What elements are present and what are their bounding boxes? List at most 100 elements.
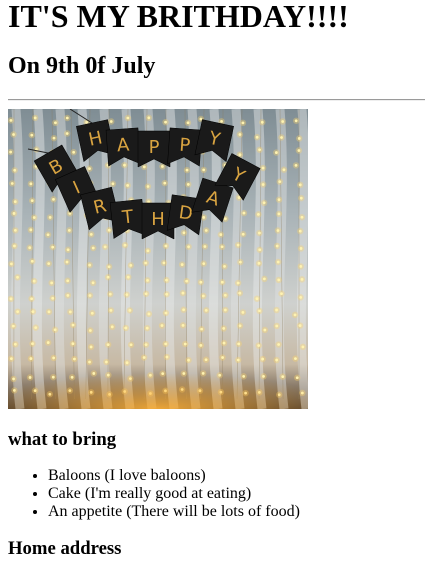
list-item: An appetite (There will be lots of food)	[48, 503, 425, 521]
list-item: Cake (I'm really good at eating)	[48, 485, 425, 503]
light-bulb	[297, 137, 301, 140]
light-bulb	[124, 326, 128, 330]
light-bulb	[222, 327, 226, 330]
light-bulb	[300, 215, 304, 219]
light-bulb	[47, 310, 51, 314]
divider	[8, 99, 425, 101]
light-bulb	[12, 212, 16, 215]
light-bulb	[106, 343, 110, 346]
light-bulb	[238, 291, 242, 295]
light-bulb	[107, 265, 111, 269]
light-bulb	[72, 150, 76, 154]
light-bulb	[9, 297, 13, 301]
light-bulb	[109, 120, 113, 123]
light-bulb	[110, 325, 114, 329]
light-bulb	[85, 120, 89, 124]
light-bulb	[34, 326, 38, 330]
light-bulb	[258, 248, 262, 252]
light-bulb	[299, 265, 303, 268]
light-bulb	[257, 231, 261, 235]
light-bulb	[238, 324, 242, 328]
light-bulb	[262, 201, 266, 205]
page-content: IT'S MY BRITHDAY!!!! On 9th 0f July H A …	[0, 0, 433, 560]
light-bulb	[280, 136, 283, 139]
light-bulb	[13, 244, 16, 248]
light-bulb	[238, 260, 242, 264]
light-bulb	[241, 310, 245, 314]
light-bulb	[91, 246, 95, 250]
light-bulb	[146, 249, 150, 253]
light-bulb	[54, 121, 57, 125]
light-bulb	[16, 310, 20, 314]
light-bulb	[91, 281, 95, 285]
light-bulb	[146, 278, 149, 282]
light-bulb	[281, 120, 285, 123]
light-bulb	[236, 243, 240, 247]
bring-heading: what to bring	[8, 429, 117, 450]
light-bulb	[65, 132, 69, 135]
light-bulb	[165, 278, 168, 282]
light-bulb	[52, 197, 55, 201]
light-bulb	[294, 163, 298, 167]
light-bulb	[222, 341, 226, 345]
light-bulb	[203, 245, 207, 248]
light-bulb	[146, 185, 150, 188]
light-bulb	[144, 343, 148, 347]
light-bulb	[255, 135, 259, 139]
light-bulb	[257, 344, 261, 347]
light-bulb	[164, 120, 167, 124]
light-bulb	[202, 262, 206, 265]
light-bulb	[238, 133, 242, 136]
light-bulb	[32, 279, 36, 283]
light-bulb	[164, 244, 168, 248]
light-bulb	[257, 212, 260, 216]
light-bulb	[66, 294, 70, 297]
light-bulb	[299, 295, 303, 299]
light-bulb	[51, 296, 55, 300]
light-bulb	[9, 150, 13, 154]
light-bulb	[277, 343, 281, 346]
light-bulb	[125, 293, 129, 297]
light-bulb	[238, 153, 242, 157]
light-bulb	[16, 275, 19, 279]
light-bulb	[30, 199, 34, 203]
light-bulb	[237, 342, 241, 346]
light-bulb	[71, 342, 75, 346]
flag-letter: P	[149, 137, 160, 158]
light-bulb	[298, 183, 302, 187]
light-bulb	[223, 308, 227, 312]
light-bulb	[144, 292, 148, 296]
light-bulb	[52, 136, 56, 140]
light-bulb	[201, 294, 205, 298]
address-heading: Home address	[8, 538, 122, 559]
light-bulb	[223, 293, 227, 297]
light-bulb	[66, 248, 70, 252]
light-bulb	[220, 245, 224, 249]
light-bulb	[65, 260, 69, 264]
light-bulb	[255, 297, 259, 301]
light-bulb	[260, 120, 264, 124]
light-bulb	[163, 181, 167, 185]
light-bulb	[261, 183, 265, 186]
light-bulb	[50, 281, 54, 285]
light-bulb	[223, 217, 227, 221]
light-bulb	[30, 297, 33, 301]
light-bulb	[199, 343, 203, 347]
light-bulb	[294, 119, 298, 123]
light-bulb	[204, 308, 208, 312]
light-bulb	[147, 200, 151, 204]
light-bulb	[147, 312, 151, 316]
light-bulb	[46, 233, 50, 237]
light-bulb	[88, 167, 91, 171]
light-bulb	[202, 168, 206, 172]
light-bulb	[160, 324, 164, 327]
light-bulb	[30, 259, 34, 263]
light-bulb	[278, 180, 282, 184]
light-bulb	[204, 229, 208, 232]
light-bulb	[108, 292, 112, 296]
light-bulb	[237, 196, 241, 199]
page-title: IT'S MY BRITHDAY!!!!	[8, 0, 349, 34]
light-bulb	[30, 133, 34, 137]
flag-letter: P	[179, 135, 191, 157]
light-bulb	[29, 228, 33, 232]
